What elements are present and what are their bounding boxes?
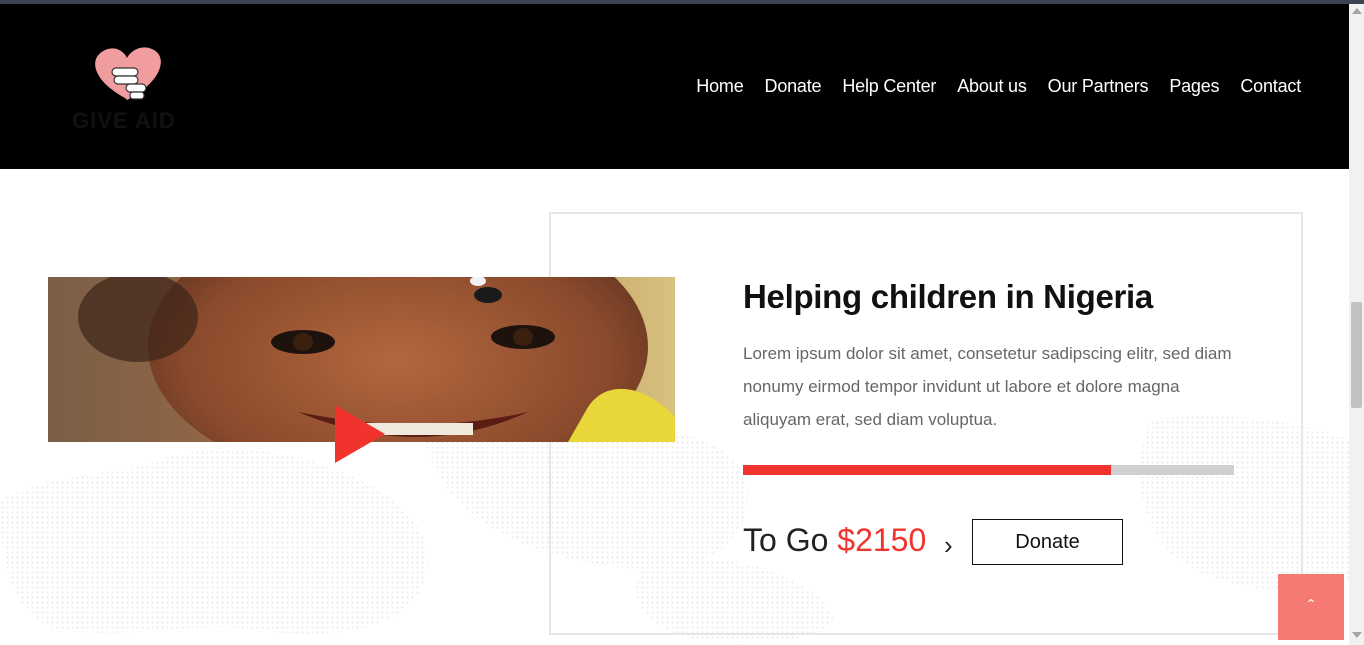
- cause-description: Lorem ipsum dolor sit amet, consetetur s…: [743, 344, 1232, 429]
- chevron-up-icon: ˆ: [1308, 597, 1314, 617]
- nav-donate[interactable]: Donate: [765, 76, 822, 97]
- logo[interactable]: GIVE AID: [70, 40, 195, 138]
- heart-hands-icon: [95, 47, 161, 100]
- cause-title: Helping children in Nigeria: [743, 278, 1153, 315]
- scroll-down-icon[interactable]: [1352, 632, 1362, 638]
- to-go-label: To Go: [743, 522, 829, 558]
- donate-button[interactable]: Donate: [972, 519, 1123, 565]
- logo-text: GIVE AID: [72, 108, 176, 133]
- play-icon[interactable]: [335, 405, 385, 463]
- back-to-top-button[interactable]: ˆ: [1278, 574, 1344, 640]
- main-nav: Home Donate Help Center About us Our Par…: [696, 76, 1301, 97]
- navbar: GIVE AID Home Donate Help Center About u…: [0, 4, 1349, 169]
- donation-progress-fill: [743, 465, 1112, 475]
- nav-pages[interactable]: Pages: [1169, 76, 1219, 97]
- nav-home[interactable]: Home: [696, 76, 743, 97]
- chevron-right-icon: ›: [944, 530, 953, 560]
- to-go-amount: To Go $2150: [743, 522, 926, 559]
- amount-remaining: $2150: [837, 522, 927, 558]
- scroll-up-icon[interactable]: [1352, 8, 1362, 14]
- donation-progress-bar: [743, 465, 1234, 475]
- nav-help-center[interactable]: Help Center: [842, 76, 936, 97]
- scrollbar-thumb[interactable]: [1351, 302, 1362, 408]
- nav-our-partners[interactable]: Our Partners: [1048, 76, 1149, 97]
- nav-contact[interactable]: Contact: [1240, 76, 1301, 97]
- nav-about-us[interactable]: About us: [957, 76, 1027, 97]
